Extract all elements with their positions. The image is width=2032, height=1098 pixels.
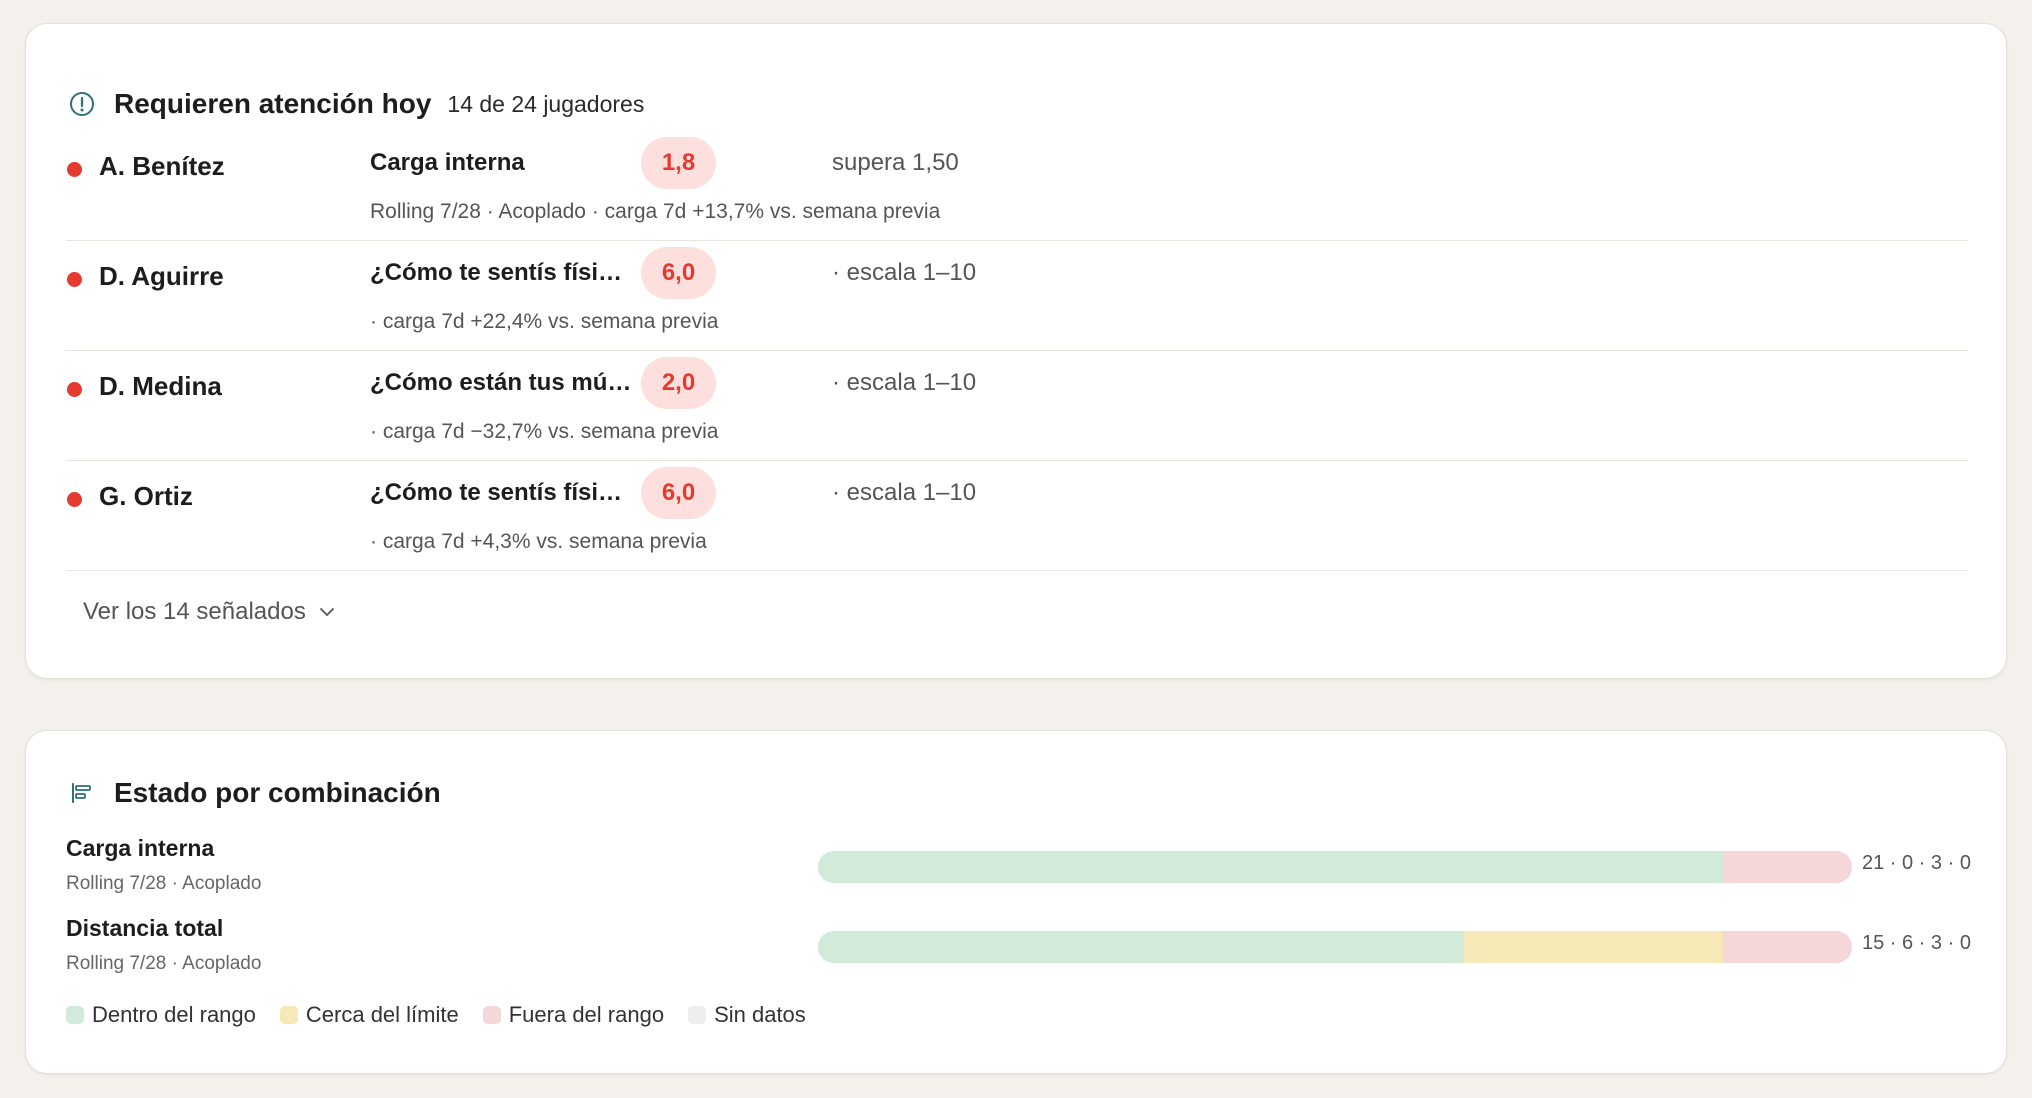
status-counts: 15 · 6 · 3 · 0 — [1862, 932, 1971, 954]
combination-method: Rolling 7/28 · Acoplado — [66, 953, 262, 974]
metric-name: ¿Cómo están tus músculos? — [370, 369, 632, 396]
legend-label: Dentro del rango — [92, 1002, 256, 1027]
segment-out-of-range — [1722, 931, 1852, 963]
metric-threshold: · escala 1–10 — [832, 369, 977, 396]
combination-row: Distancia total Rolling 7/28 · Acoplado … — [66, 915, 1971, 985]
combination-header: Estado por combinación — [68, 777, 441, 809]
segment-in-range — [818, 931, 1465, 963]
legend-item-out-of-range: Fuera del rango — [482, 1002, 665, 1028]
combination-method: Rolling 7/28 · Acoplado — [66, 873, 262, 894]
legend-swatch — [688, 1006, 707, 1024]
legend-label: Fuera del rango — [508, 1002, 665, 1027]
segment-out-of-range — [1722, 851, 1852, 883]
player-name: G. Ortiz — [99, 481, 193, 511]
metric-threshold: supera 1,50 — [832, 149, 959, 176]
metric-detail: · carga 7d +4,3% vs. semana previa — [370, 530, 707, 553]
metric-threshold: · escala 1–10 — [832, 479, 977, 506]
legend-item-near-limit: Cerca del límite — [279, 1002, 459, 1028]
player-name: D. Aguirre — [99, 261, 224, 291]
status-distribution-bar — [818, 851, 1852, 883]
status-legend: Dentro del rango Cerca del límite Fuera … — [66, 1002, 830, 1028]
status-counts: 21 · 0 · 3 · 0 — [1862, 852, 1971, 874]
alert-row[interactable]: D. Medina ¿Cómo están tus músculos? 2,0 … — [66, 351, 1968, 461]
metric-detail: · carga 7d −32,7% vs. semana previa — [370, 420, 719, 443]
segment-in-range — [818, 851, 1723, 883]
status-dot — [67, 272, 82, 287]
combination-status-card: Estado por combinación Carga interna Rol… — [25, 730, 2007, 1074]
metric-value-badge: 6,0 — [641, 247, 716, 299]
attention-title: Requieren atención hoy — [114, 88, 432, 119]
status-distribution-bar — [818, 931, 1852, 963]
segment-near-limit — [1464, 931, 1723, 963]
status-dot — [67, 162, 82, 177]
status-dot — [67, 492, 82, 507]
metric-value-badge: 2,0 — [641, 357, 716, 409]
metric-name: Carga interna — [370, 149, 525, 176]
attention-count: 14 de 24 jugadores — [447, 90, 645, 117]
legend-swatch — [279, 1006, 298, 1024]
metric-name: ¿Cómo te sentís físicamente? — [370, 479, 632, 506]
player-name: D. Medina — [99, 371, 222, 401]
combination-name: Carga interna — [66, 835, 215, 861]
metric-value-badge: 6,0 — [641, 467, 716, 519]
chevron-down-icon — [318, 603, 336, 621]
alert-circle-icon — [68, 90, 96, 118]
metric-detail: Rolling 7/28 · Acoplado · carga 7d +13,7… — [370, 200, 941, 223]
player-name: A. Benítez — [99, 151, 225, 181]
attention-card: Requieren atención hoy 14 de 24 jugadore… — [25, 23, 2007, 679]
attention-header: Requieren atención hoy 14 de 24 jugadore… — [68, 88, 644, 120]
legend-swatch — [66, 1006, 84, 1024]
alert-row[interactable]: G. Ortiz ¿Cómo te sentís físicamente? 6,… — [66, 461, 1968, 571]
combination-row: Carga interna Rolling 7/28 · Acoplado 21… — [66, 835, 1971, 905]
alert-row[interactable]: A. Benítez Carga interna 1,8 supera 1,50… — [66, 131, 1968, 241]
metric-name: ¿Cómo te sentís físicamente? — [370, 259, 632, 286]
combination-title: Estado por combinación — [114, 777, 441, 808]
legend-swatch — [482, 1006, 501, 1024]
metric-value-badge: 1,8 — [641, 137, 716, 189]
status-dot — [67, 382, 82, 397]
see-all-label: Ver los 14 señalados — [83, 598, 306, 625]
legend-item-in-range: Dentro del rango — [66, 1002, 256, 1028]
legend-item-no-data: Sin datos — [688, 1002, 806, 1028]
see-all-flagged-button[interactable]: Ver los 14 señalados — [83, 598, 336, 626]
metric-threshold: · escala 1–10 — [832, 259, 977, 286]
alert-row[interactable]: D. Aguirre ¿Cómo te sentís físicamente? … — [66, 241, 1968, 351]
alert-list: A. Benítez Carga interna 1,8 supera 1,50… — [66, 131, 1968, 571]
combination-name: Distancia total — [66, 915, 224, 941]
legend-label: Sin datos — [714, 1002, 806, 1027]
legend-label: Cerca del límite — [305, 1002, 459, 1027]
metric-detail: · carga 7d +22,4% vs. semana previa — [370, 310, 719, 333]
bar-list-icon — [68, 779, 96, 807]
